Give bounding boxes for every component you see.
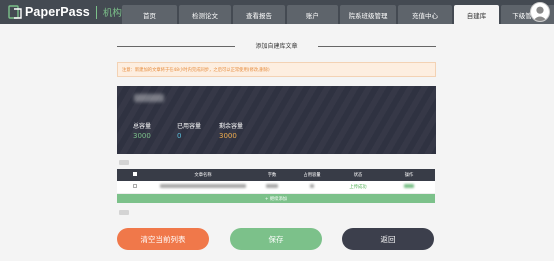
row-word-count-redacted: [253, 184, 291, 190]
logo[interactable]: PaperPass 机构版: [8, 3, 131, 21]
stat-remaining-capacity: 剩余容量 3000: [219, 121, 243, 140]
header-word-count: 字数: [267, 173, 277, 178]
row-status: 上传成功: [349, 185, 367, 190]
tab-view-reports[interactable]: 查看报告: [233, 5, 285, 24]
sync-notice-text: 注意：新建加的文章将于在48小时内完成同步，之后可以正常使用(修改,删除): [122, 67, 270, 73]
stat-used-value: 0: [177, 132, 182, 140]
continue-add-label: + 继续添加: [264, 196, 288, 202]
main-nav-tabs: 首页 检测论文 查看报告 账户 院系班级管理 充值中心 自建库 下级管理员: [122, 5, 554, 24]
section-title-row: 添加自建库文章: [117, 40, 436, 52]
row-article-name-redacted: [153, 184, 253, 190]
stat-used-label: 已用容量: [177, 123, 202, 130]
stat-total-capacity: 总容量 3000: [133, 121, 151, 140]
user-avatar-icon: [532, 6, 548, 21]
top-navigation-bar: PaperPass 机构版 首页 检测论文 查看报告 账户 院系班级管理 充值中…: [0, 0, 554, 24]
header-actions: 操作: [404, 173, 414, 178]
save-button[interactable]: 保存: [230, 228, 322, 250]
stat-total-value: 3000: [133, 132, 151, 140]
table-row: 上传成功: [117, 181, 435, 194]
continue-add-button[interactable]: + 继续添加: [117, 194, 435, 203]
logo-separator: [95, 5, 97, 19]
save-label: 保存: [268, 234, 284, 244]
clear-list-label: 清空当前列表: [140, 234, 186, 244]
stat-total-label: 总容量: [133, 123, 152, 130]
logo-text: PaperPass: [25, 5, 90, 19]
tab-department-class-management-label: 院系班级管理: [348, 11, 388, 20]
row-capacity-redacted: [291, 184, 333, 190]
header-occupied-capacity: 占用容量: [303, 173, 321, 178]
library-name-redacted: [134, 94, 164, 102]
tab-view-reports-label: 查看报告: [246, 11, 272, 20]
tab-check-paper-label: 检测论文: [192, 11, 218, 20]
header-article-name: 文章名称: [194, 173, 212, 178]
tab-home-label: 首页: [143, 11, 156, 20]
user-avatar[interactable]: [530, 2, 550, 22]
sync-notice: 注意：新建加的文章将于在48小时内完成同步，之后可以正常使用(修改,删除): [117, 62, 436, 77]
tab-account-label: 账户: [306, 11, 319, 20]
tab-recharge-center[interactable]: 充值中心: [398, 5, 452, 24]
row-checkbox[interactable]: [133, 184, 137, 188]
page-title: 添加自建库文章: [255, 43, 298, 50]
tab-account[interactable]: 账户: [287, 5, 338, 24]
header-status: 状态: [353, 173, 363, 178]
stat-remaining-value: 3000: [219, 132, 237, 140]
tab-check-paper[interactable]: 检测论文: [179, 5, 231, 24]
library-capacity-card: 总容量 3000 已用容量 0 剩余容量 3000: [117, 86, 436, 154]
clear-list-button[interactable]: 清空当前列表: [117, 228, 209, 250]
tab-recharge-center-label: 充值中心: [412, 11, 438, 20]
table-header: 文章名称 字数 占用容量 状态 操作: [117, 169, 435, 181]
row-select-cell[interactable]: [117, 184, 153, 190]
small-marker-top: [119, 160, 129, 165]
tab-self-built-library-label: 自建库: [466, 11, 487, 20]
stat-used-capacity: 已用容量 0: [177, 121, 201, 140]
paperpass-logo-icon: [8, 5, 22, 19]
tab-department-class-management[interactable]: 院系班级管理: [340, 5, 396, 24]
small-marker-bottom: [119, 210, 129, 215]
stat-remaining-label: 剩余容量: [219, 123, 244, 130]
row-action-redacted[interactable]: [383, 184, 435, 190]
back-button[interactable]: 返回: [342, 228, 434, 250]
tab-self-built-library[interactable]: 自建库: [454, 5, 499, 24]
article-table: 文章名称 字数 占用容量 状态 操作 上传成功 + 继续添加: [117, 169, 435, 203]
select-all-checkbox[interactable]: [133, 172, 137, 176]
tab-home[interactable]: 首页: [122, 5, 177, 24]
back-label: 返回: [380, 234, 396, 244]
header-select-all[interactable]: [117, 172, 153, 178]
